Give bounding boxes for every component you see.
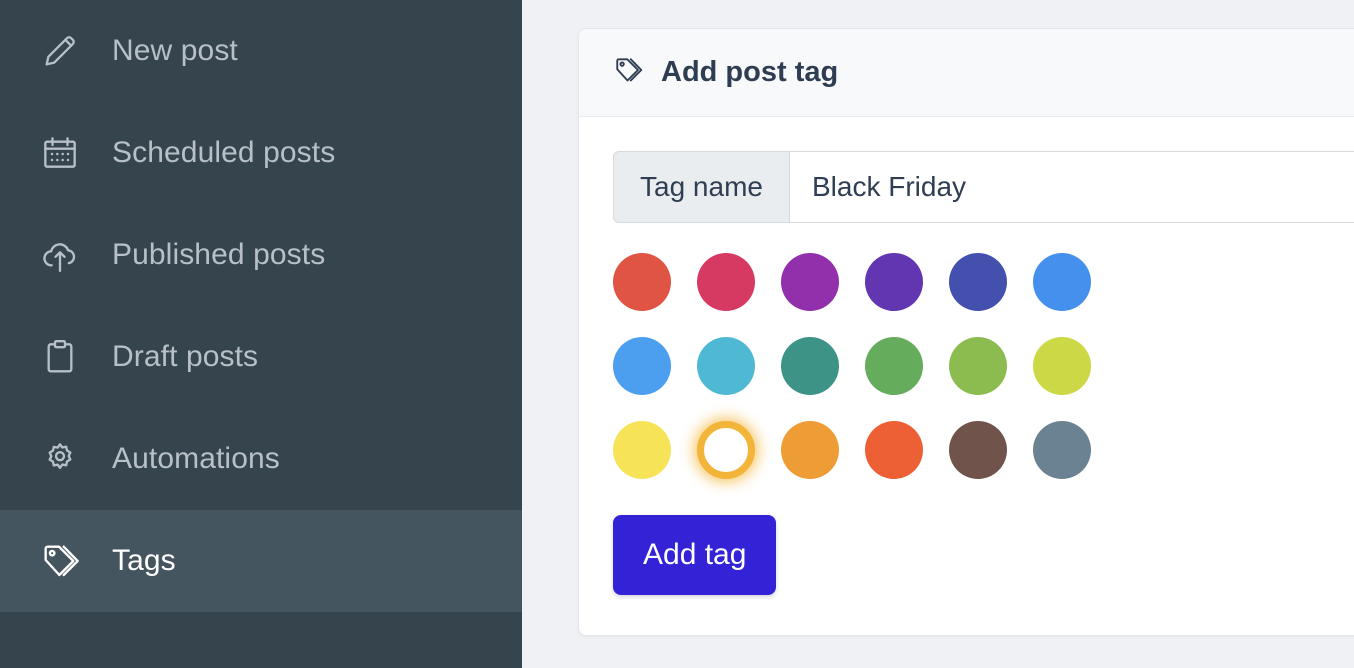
clipboard-icon: [36, 337, 84, 377]
page-title: Add post tag: [661, 56, 839, 88]
color-swatch-blue-grey[interactable]: [1033, 421, 1091, 479]
sidebar-item-new-post[interactable]: New post: [0, 0, 522, 102]
sidebar-item-scheduled-posts[interactable]: Scheduled posts: [0, 102, 522, 204]
sidebar-item-label: Scheduled posts: [112, 136, 336, 169]
color-swatch-teal[interactable]: [781, 337, 839, 395]
sidebar-item-tags[interactable]: Tags: [0, 510, 522, 612]
tag-icon: [36, 541, 84, 581]
tag-name-input-group: Tag name: [613, 151, 1354, 223]
sidebar-item-label: Draft posts: [112, 340, 259, 373]
sidebar-item-draft-posts[interactable]: Draft posts: [0, 306, 522, 408]
tag-name-input[interactable]: [788, 151, 1354, 223]
add-post-tag-card: Add post tag Tag name Black Friday Add t…: [578, 28, 1354, 636]
sidebar-item-automations[interactable]: Automations: [0, 408, 522, 510]
sidebar-item-label: Automations: [112, 442, 280, 475]
sidebar: New post Scheduled posts Published posts…: [0, 0, 522, 668]
color-swatch-green[interactable]: [865, 337, 923, 395]
color-swatch-indigo[interactable]: [949, 253, 1007, 311]
card-body: Tag name Black Friday Add tag: [579, 117, 1354, 635]
tag-name-label: Tag name: [613, 151, 789, 223]
color-swatch-orange[interactable]: [781, 421, 839, 479]
color-swatch-pink[interactable]: [697, 253, 755, 311]
cloud-upload-icon: [36, 235, 84, 275]
pencil-icon: [36, 31, 84, 71]
sidebar-item-published-posts[interactable]: Published posts: [0, 204, 522, 306]
color-swatch-light-blue[interactable]: [613, 337, 671, 395]
sidebar-item-label: Published posts: [112, 238, 326, 271]
sidebar-item-label: New post: [112, 34, 238, 67]
color-swatch-row: [613, 421, 1354, 479]
color-swatch-blue[interactable]: [1033, 253, 1091, 311]
color-swatch-brown[interactable]: [949, 421, 1007, 479]
add-tag-button[interactable]: Add tag: [613, 515, 777, 595]
color-swatch-magenta[interactable]: [781, 253, 839, 311]
color-swatch-cyan[interactable]: [697, 337, 755, 395]
color-swatch-grid: [613, 253, 1354, 479]
tag-icon: [613, 55, 643, 90]
color-swatch-light-green[interactable]: [949, 337, 1007, 395]
main-content: Add post tag Tag name Black Friday Add t…: [522, 0, 1354, 668]
calendar-icon: [36, 133, 84, 173]
card-header: Add post tag: [579, 29, 1354, 117]
color-swatch-row: [613, 337, 1354, 395]
sidebar-item-label: Tags: [112, 544, 176, 577]
color-swatch-deep-orange[interactable]: [865, 421, 923, 479]
gear-icon: [36, 439, 84, 479]
color-swatch-white[interactable]: [697, 421, 755, 479]
color-swatch-red[interactable]: [613, 253, 671, 311]
color-swatch-yellow[interactable]: [613, 421, 671, 479]
color-swatch-purple[interactable]: [865, 253, 923, 311]
app-root: New post Scheduled posts Published posts…: [0, 0, 1354, 668]
color-swatch-lime[interactable]: [1033, 337, 1091, 395]
color-swatch-row: [613, 253, 1354, 311]
